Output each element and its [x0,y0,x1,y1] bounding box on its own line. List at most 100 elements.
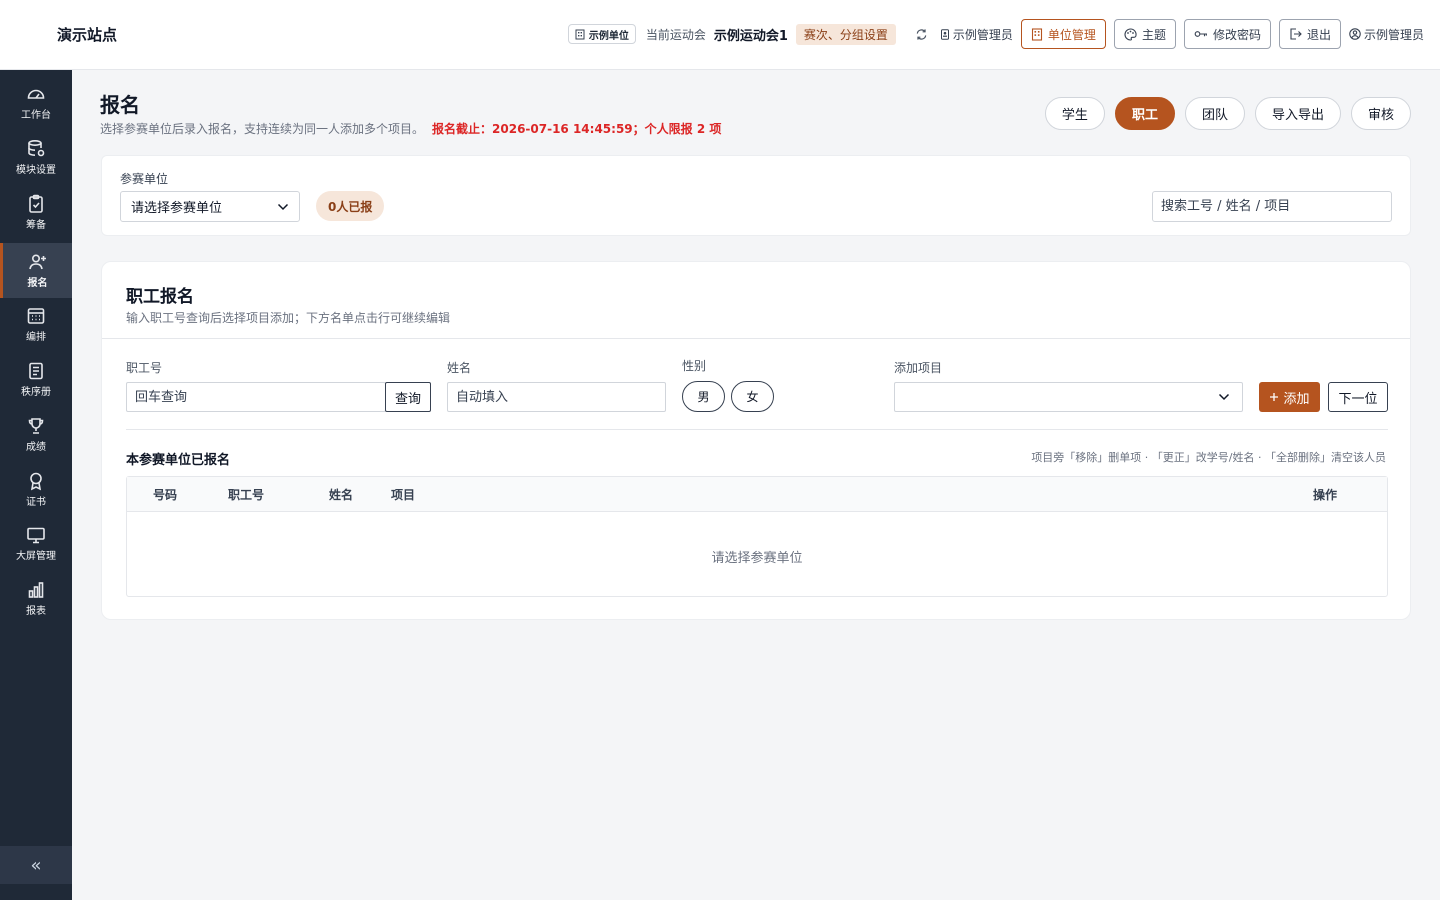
column-header-staff-id: 职工号 [228,488,265,502]
gender-male-button[interactable]: 男 [682,381,725,412]
theme-button[interactable]: 主题 [1113,19,1176,49]
sidebar-item-label: 秩序册 [21,387,51,398]
divider [126,429,1388,430]
unit-manage-button[interactable]: 单位管理 [1020,19,1106,49]
change-password-button[interactable]: 修改密码 [1183,19,1271,49]
query-button[interactable]: 查询 [385,382,431,412]
name-label: 姓名 [447,361,472,375]
admin-chip-label: 示例管理员 [952,27,1013,42]
sidebar-item-big-screen[interactable]: 大屏管理 [0,516,72,571]
page-subtitle-text: 选择参赛单位后录入报名，支持连续为同一人添加多个项目。 [100,122,425,136]
calendar-grid-icon [27,308,45,324]
logout-label: 退出 [1306,27,1331,42]
sidebar-item-label: 证书 [26,497,46,508]
clipboard-icon [29,194,43,213]
bar-chart-icon [28,582,44,598]
sidebar-item-label: 编排 [26,332,46,343]
card-subtitle: 输入职工号查询后选择项目添加；下方名单点击行可继续编辑 [126,311,451,325]
logout-icon [1290,28,1302,40]
building-icon [575,29,585,39]
sidebar: 工作台 模块设置 筹备 报名 编排 秩序册 成绩 证书 大屏管理 报表 « [0,70,72,900]
building-icon [1031,27,1042,41]
sidebar-item-preparation[interactable]: 筹备 [0,185,72,240]
sidebar-item-label: 工作台 [21,110,51,121]
list-document-icon [29,362,43,380]
name-input[interactable] [447,382,666,412]
add-button[interactable]: 添加 [1259,382,1320,412]
page-title: 报名 [100,93,140,117]
sidebar-item-reports[interactable]: 报表 [0,571,72,626]
current-meet-name[interactable]: 示例运动会1 [714,25,788,44]
round-setting-tag[interactable]: 赛次、分组设置 [795,23,896,45]
sidebar-item-certificates[interactable]: 证书 [0,462,72,517]
filter-card: 参赛单位 请选择参赛单位 0人已报 [101,155,1411,236]
list-title: 本参赛单位已报名 [126,453,231,468]
page-subtitle: 选择参赛单位后录入报名，支持连续为同一人添加多个项目。 报名截止：2026-07-… [100,120,721,137]
sidebar-item-module-settings[interactable]: 模块设置 [0,130,72,185]
registration-table: 号码 职工号 姓名 项目 操作 请选择参赛单位 [126,476,1388,597]
gender-female-button[interactable]: 女 [731,381,774,412]
project-select[interactable] [894,382,1243,412]
sidebar-item-label: 模块设置 [16,165,56,176]
chevron-down-icon [1218,393,1230,401]
table-header: 号码 职工号 姓名 项目 操作 [127,477,1387,512]
sidebar-item-label: 筹备 [26,220,46,231]
gender-label: 性别 [682,359,707,373]
database-gear-icon [28,139,45,157]
sidebar-item-dashboard[interactable]: 工作台 [0,75,72,130]
divider [102,338,1410,339]
registered-count-badge: 0人已报 [316,191,385,221]
unit-tag[interactable]: 示例单位 [567,24,636,44]
user-name: 示例管理员 [1363,27,1424,42]
logout-button[interactable]: 退出 [1278,19,1341,49]
column-header-actions: 操作 [1313,488,1338,502]
key-icon [1194,31,1207,37]
deadline-warning: 报名截止：2026-07-16 14:45:59；个人限报 2 项 [432,122,722,136]
sidebar-item-label: 报名 [27,278,48,289]
sidebar-item-program-book[interactable]: 秩序册 [0,352,72,407]
unit-manage-label: 单位管理 [1047,27,1096,42]
trophy-icon [28,418,44,434]
tab-staff[interactable]: 职工 [1114,97,1175,130]
double-chevron-left-icon[interactable]: « [0,846,72,884]
user-add-icon [28,254,46,270]
list-hint: 项目旁「移除」删单项 · 「更正」改学号/姓名 · 「全部删除」清空该人员 [1031,451,1386,464]
tab-students[interactable]: 学生 [1044,97,1105,130]
sidebar-item-label: 报表 [26,606,46,617]
column-header-name: 姓名 [329,488,354,502]
tab-review[interactable]: 审核 [1350,97,1411,130]
sidebar-item-results[interactable]: 成绩 [0,407,72,462]
plus-icon [1270,393,1279,401]
dashboard-icon [27,89,45,99]
unit-tag-label: 示例单位 [588,30,629,42]
add-button-label: 添加 [1283,391,1310,407]
unit-label: 参赛单位 [120,172,169,186]
sidebar-item-arrangement[interactable]: 编排 [0,297,72,352]
user-circle-icon [1349,28,1361,40]
next-person-button[interactable]: 下一位 [1328,382,1388,412]
palette-icon [1124,27,1137,41]
staff-id-input[interactable] [126,382,386,412]
registration-tabs: 学生 职工 团队 导入导出 审核 [1044,97,1411,130]
chevron-down-icon [277,203,289,210]
column-header-project: 项目 [391,488,416,502]
current-meet-label: 当前运动会 [645,27,706,42]
tab-teams[interactable]: 团队 [1184,97,1245,130]
sidebar-item-label: 大屏管理 [16,551,56,562]
admin-chip: 示例管理员 [940,26,1013,43]
site-title: 演示站点 [57,26,118,44]
change-password-label: 修改密码 [1212,27,1261,42]
unit-select-value: 请选择参赛单位 [131,201,223,216]
refresh-icon[interactable] [912,24,932,44]
unit-select[interactable]: 请选择参赛单位 [120,191,300,222]
column-header-number: 号码 [153,488,178,502]
sidebar-item-registration[interactable]: 报名 [0,243,72,298]
tab-import-export[interactable]: 导入导出 [1254,97,1341,130]
search-input[interactable] [1152,191,1392,222]
top-header: 演示站点 示例单位 当前运动会 示例运动会1 赛次、分组设置 示例管理员 单位管… [0,0,1440,70]
award-icon [30,472,42,491]
id-badge-icon [940,28,949,40]
user-menu[interactable]: 示例管理员 [1349,26,1424,43]
header-toolbar: 示例单位 当前运动会 示例运动会1 赛次、分组设置 示例管理员 单位管理 主题 … [567,19,1424,49]
project-label: 添加项目 [894,361,943,375]
